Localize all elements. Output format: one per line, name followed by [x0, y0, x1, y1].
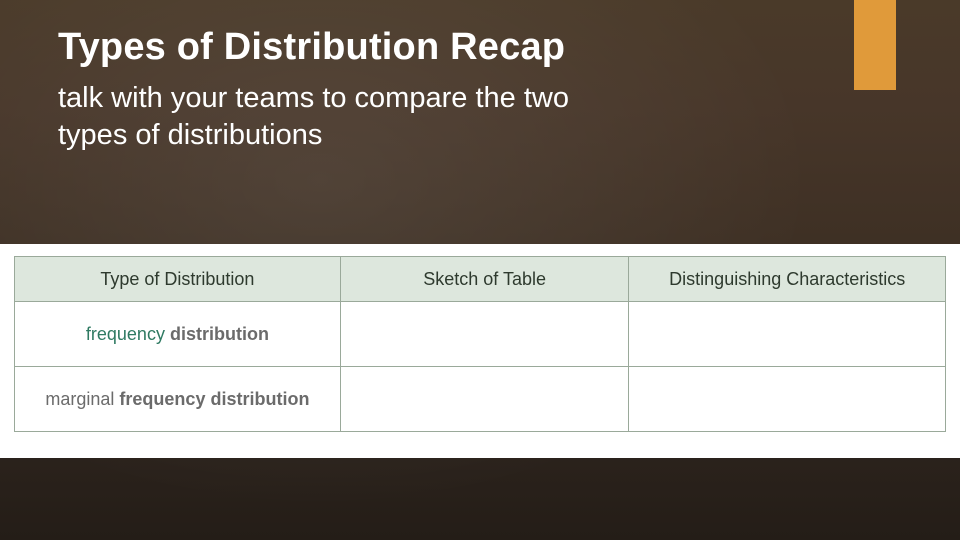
slide-title: Types of Distribution Recap: [58, 26, 565, 69]
rowlabel-marginal: marginal frequency distribution: [45, 389, 309, 409]
table-header-row: Type of Distribution Sketch of Table Dis…: [15, 257, 946, 302]
col-header-type: Type of Distribution: [15, 257, 341, 302]
rowlabel-bold: frequency distribution: [119, 389, 309, 409]
distribution-table: Type of Distribution Sketch of Table Dis…: [14, 256, 946, 432]
slide: Types of Distribution Recap talk with yo…: [0, 0, 960, 540]
table-row: frequency distribution: [15, 302, 946, 367]
cell-sketch-frequency: [340, 302, 629, 367]
cell-type-marginal: marginal frequency distribution: [15, 367, 341, 432]
table-row: marginal frequency distribution: [15, 367, 946, 432]
cell-sketch-marginal: [340, 367, 629, 432]
cell-characteristics-marginal: [629, 367, 946, 432]
col-header-sketch: Sketch of Table: [340, 257, 629, 302]
accent-bar: [854, 0, 896, 90]
rowlabel-prefix: marginal: [45, 389, 119, 409]
rowlabel-word2: distribution: [170, 324, 269, 344]
cell-type-frequency: frequency distribution: [15, 302, 341, 367]
col-header-characteristics: Distinguishing Characteristics: [629, 257, 946, 302]
rowlabel-word1: frequency: [86, 324, 165, 344]
rowlabel-frequency: frequency distribution: [86, 324, 269, 344]
cell-characteristics-frequency: [629, 302, 946, 367]
table-container: Type of Distribution Sketch of Table Dis…: [0, 244, 960, 458]
slide-subtitle: talk with your teams to compare the two …: [58, 80, 618, 154]
